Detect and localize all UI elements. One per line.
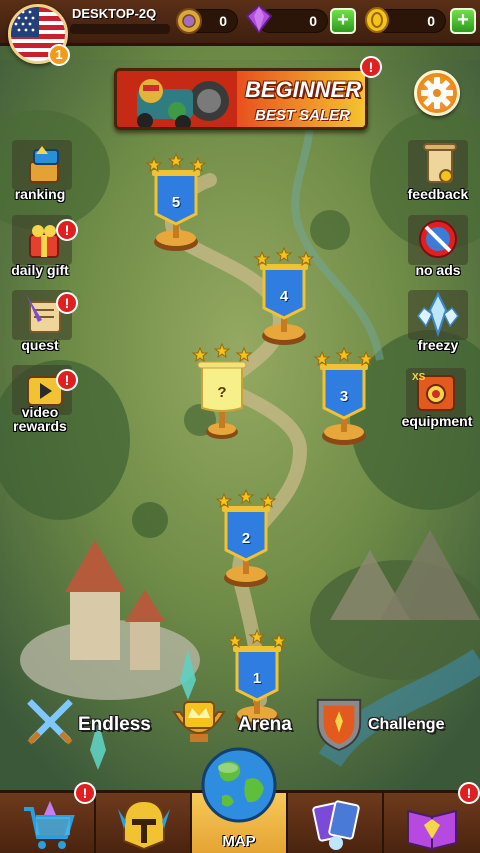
scroll-icon (423, 143, 457, 183)
nav-heroes[interactable] (96, 793, 192, 853)
daily-gift-button[interactable]: ! daily gift (6, 215, 78, 281)
level-node-3[interactable]: 3 (313, 346, 375, 462)
daily-gift-alert-badge: ! (56, 219, 78, 241)
quest-button[interactable]: ! quest (6, 290, 78, 356)
banner-alert-badge: ! (360, 56, 382, 78)
coin-token-value: 0 (219, 13, 227, 29)
video-rewards-alert-badge: ! (56, 369, 78, 391)
level-number: 2 (241, 530, 251, 547)
equipment-label: equipment (401, 413, 473, 429)
level-node-4[interactable]: 4 (253, 246, 315, 362)
buy-gems-button[interactable]: + (330, 8, 356, 34)
challenge-label: Challenge (368, 716, 445, 733)
level-number: ? (217, 384, 227, 401)
cards-icon (312, 800, 360, 850)
quest-label: quest (21, 337, 59, 353)
robot-hero-art (117, 71, 237, 127)
knight-helmet-icon (118, 799, 170, 851)
nav-cards[interactable] (288, 793, 384, 853)
coin-token-icon (176, 8, 202, 34)
freezy-button[interactable]: freezy (398, 290, 478, 356)
level-banner-icon (215, 488, 277, 587)
feedback-label: feedback (407, 186, 469, 202)
arena-label: Arena (238, 714, 292, 735)
shield-icon (316, 698, 362, 752)
endless-label: Endless (78, 714, 151, 735)
video-rewards-label-line1: video (21, 404, 59, 420)
banner-title: BEGINNER (245, 77, 362, 102)
banner-subtitle: BEST SALER (255, 107, 351, 124)
shop-alert-badge: ! (74, 782, 96, 804)
settings-button[interactable] (414, 70, 460, 116)
crossed-swords-icon (27, 699, 73, 745)
level-node-locked[interactable]: ? (191, 342, 253, 458)
no-ads-button[interactable]: no ads (398, 215, 478, 281)
nav-map-label: MAP (222, 833, 256, 850)
gear-icon (421, 77, 453, 109)
video-rewards-label-line2: rewards (13, 418, 67, 434)
feedback-button[interactable]: feedback (398, 140, 478, 206)
level-node-2[interactable]: 2 (215, 488, 277, 604)
gold-coin-icon (365, 7, 389, 33)
quest-alert-badge: ! (56, 292, 78, 314)
level-banner-icon (253, 246, 315, 345)
ranking-button[interactable]: ranking (6, 140, 74, 206)
level-number: 5 (171, 194, 181, 211)
level-banner-icon (145, 152, 207, 251)
gem-value: 0 (309, 13, 317, 29)
trophy-chest-icon (29, 146, 59, 183)
gem-icon (245, 4, 273, 34)
player-name: DESKTOP-2Q (72, 6, 157, 21)
level-number: 4 (279, 288, 289, 305)
level-number: 1 (252, 670, 262, 687)
spell-book-icon (407, 809, 457, 851)
player-level-badge: 1 (48, 44, 70, 66)
no-ads-label: no ads (415, 262, 461, 278)
level-node-5[interactable]: 5 (145, 152, 207, 268)
equipment-button[interactable]: XS equipment (394, 368, 480, 434)
buy-gold-button[interactable]: + (450, 8, 476, 34)
shop-cart-icon (24, 801, 75, 849)
level-number: 3 (339, 388, 349, 405)
gold-value: 0 (427, 13, 435, 29)
locked-level-banner-icon (191, 342, 253, 439)
beginner-offer-banner[interactable]: BEGINNER BEST SALER (114, 68, 368, 130)
player-xp-bar (70, 24, 170, 34)
endless-mode-button[interactable]: Endless (22, 690, 162, 754)
freezy-label: freezy (417, 337, 459, 353)
no-ads-icon (419, 220, 457, 258)
challenge-mode-button[interactable]: Challenge (312, 690, 472, 754)
globe-icon[interactable] (198, 744, 280, 826)
ranking-label: ranking (14, 186, 66, 202)
book-alert-badge: ! (458, 782, 480, 804)
ice-crystal-icon (417, 291, 459, 338)
video-rewards-button[interactable]: ! video rewards (6, 365, 78, 437)
level-banner-icon (313, 346, 375, 445)
daily-gift-label: daily gift (11, 262, 69, 278)
equipment-badge: XS (412, 372, 426, 383)
